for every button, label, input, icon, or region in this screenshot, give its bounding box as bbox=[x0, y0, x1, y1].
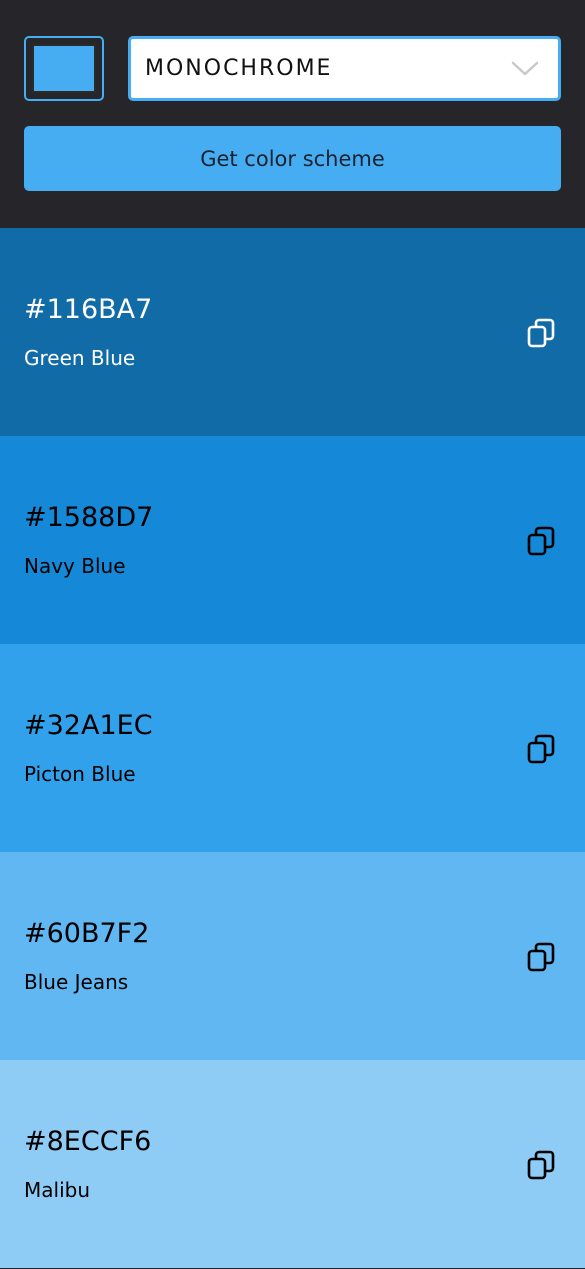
scheme-mode-value: MONOCHROME bbox=[145, 56, 333, 81]
color-picker[interactable] bbox=[24, 36, 104, 101]
copy-icon[interactable] bbox=[527, 942, 555, 972]
header: MONOCHROME Get color scheme bbox=[0, 0, 585, 228]
copy-icon[interactable] bbox=[527, 526, 555, 556]
color-scheme-list: #116BA7 Green Blue #1588D7 Navy Blue #32… bbox=[0, 228, 585, 1268]
color-name: Blue Jeans bbox=[24, 970, 129, 994]
color-name: Navy Blue bbox=[24, 554, 126, 578]
color-hex: #60B7F2 bbox=[24, 918, 150, 949]
get-color-scheme-button[interactable]: Get color scheme bbox=[24, 126, 561, 191]
color-row: #1588D7 Navy Blue bbox=[0, 436, 585, 644]
copy-icon[interactable] bbox=[527, 734, 555, 764]
color-swatch bbox=[32, 44, 96, 93]
copy-icon[interactable] bbox=[527, 1150, 555, 1180]
color-name: Malibu bbox=[24, 1178, 90, 1202]
color-row: #32A1EC Picton Blue bbox=[0, 644, 585, 852]
color-hex: #32A1EC bbox=[24, 710, 153, 741]
scheme-mode-select[interactable]: MONOCHROME bbox=[128, 36, 561, 101]
color-row: #116BA7 Green Blue bbox=[0, 228, 585, 436]
copy-icon[interactable] bbox=[527, 318, 555, 348]
chevron-down-icon bbox=[511, 61, 539, 76]
color-name: Green Blue bbox=[24, 346, 136, 370]
color-hex: #8ECCF6 bbox=[24, 1126, 152, 1157]
color-row: #8ECCF6 Malibu bbox=[0, 1060, 585, 1268]
color-row: #60B7F2 Blue Jeans bbox=[0, 852, 585, 1060]
color-name: Picton Blue bbox=[24, 762, 136, 786]
color-hex: #116BA7 bbox=[24, 294, 153, 325]
color-hex: #1588D7 bbox=[24, 502, 154, 533]
